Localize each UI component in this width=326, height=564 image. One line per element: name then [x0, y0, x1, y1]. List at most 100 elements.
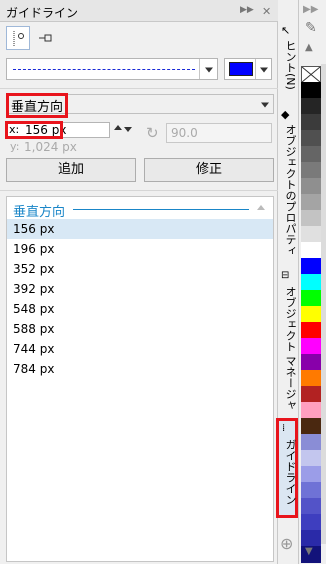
color-swatch[interactable] — [301, 146, 321, 163]
guide-lock-button[interactable] — [6, 26, 30, 50]
color-swatch[interactable] — [301, 130, 321, 147]
color-swatch[interactable] — [301, 322, 321, 339]
color-swatch[interactable] — [301, 258, 321, 275]
color-swatch[interactable] — [301, 226, 321, 243]
modify-button[interactable]: 修正 — [144, 158, 274, 182]
color-swatch[interactable] — [301, 466, 321, 483]
list-item[interactable]: 784 px — [7, 359, 273, 379]
color-swatch[interactable] — [301, 530, 321, 547]
spin-up-icon[interactable] — [114, 125, 122, 130]
guideline-icon: ⁞ — [282, 423, 286, 434]
list-item-label: 196 px — [13, 242, 55, 256]
color-swatch[interactable] — [301, 450, 321, 467]
x-spinner[interactable] — [112, 122, 134, 138]
color-swatch[interactable] — [301, 386, 321, 403]
plus-circle-icon: ⊕ — [280, 534, 294, 553]
list-item[interactable]: 352 px — [7, 259, 273, 279]
header-rule — [73, 209, 249, 210]
tab-object-properties[interactable]: ◆ オブジェクトのプロパティ — [278, 106, 298, 256]
guide-list[interactable]: 垂直方向 156 px 196 px 352 px 392 px 548 px … — [6, 196, 274, 562]
list-item-label: 392 px — [13, 282, 55, 296]
line-style-select[interactable] — [6, 58, 218, 80]
palette-scrollbar[interactable] — [321, 64, 326, 544]
color-swatch[interactable] — [301, 338, 321, 355]
list-item-label: 156 px — [13, 222, 55, 236]
direction-select-value: 垂直方向 — [5, 93, 69, 118]
hint-icon: ↖ — [281, 24, 291, 37]
color-swatch[interactable] — [301, 514, 321, 531]
tab-object-manager[interactable]: ⊟ オブジェクト マネージャ — [278, 268, 298, 411]
no-color-icon — [301, 66, 321, 83]
eyedropper-icon[interactable]: ✎ — [305, 20, 317, 36]
color-swatch[interactable] — [301, 210, 321, 227]
palette-scroll-down-icon[interactable]: ▼ — [305, 546, 313, 557]
guide-color-picker[interactable] — [224, 58, 272, 80]
palette-scroll-up-icon[interactable]: ▲ — [305, 42, 313, 53]
color-swatch[interactable] — [301, 434, 321, 451]
tab-object-manager-label: オブジェクト マネージャ — [284, 286, 297, 411]
tab-guidelines-label: ガイドライン — [284, 439, 297, 505]
tab-guidelines[interactable]: ⁞ ガイドライン — [276, 418, 298, 518]
y-position-field: y: 1,024 px — [6, 139, 110, 155]
color-swatch[interactable] — [301, 162, 321, 179]
angle-field: 90.0 — [166, 123, 272, 143]
add-button[interactable]: 追加 — [6, 158, 136, 182]
divider — [0, 190, 278, 191]
color-swatch — [229, 62, 253, 76]
chevron-down-icon[interactable] — [199, 59, 217, 79]
palette-menu-icon[interactable]: ▶▶ — [303, 4, 318, 15]
panel-title: ガイドライン — [6, 6, 79, 20]
list-item[interactable]: 588 px — [7, 319, 273, 339]
rotate-icon: ↻ — [146, 124, 159, 142]
color-swatch[interactable] — [301, 354, 321, 371]
spin-down-icon[interactable] — [124, 127, 132, 132]
tab-hints[interactable]: ↖ ヒント(N) — [278, 22, 298, 90]
color-swatch[interactable] — [301, 114, 321, 131]
color-swatch[interactable] — [301, 370, 321, 387]
list-item[interactable]: 196 px — [7, 239, 273, 259]
guide-toolbar — [0, 26, 278, 54]
color-swatch[interactable] — [301, 82, 321, 99]
y-label: y: — [10, 140, 20, 153]
docker-tabs: ↖ ヒント(N) ◆ オブジェクトのプロパティ ⊟ オブジェクト マネージャ ⁞… — [276, 0, 298, 564]
guide-snap-icon — [39, 34, 52, 42]
collapse-icon[interactable] — [257, 205, 265, 210]
list-item[interactable]: 744 px — [7, 339, 273, 359]
chevron-down-icon[interactable] — [257, 95, 273, 113]
list-item-label: 352 px — [13, 262, 55, 276]
color-swatch[interactable] — [301, 290, 321, 307]
list-item[interactable]: 392 px — [7, 279, 273, 299]
guide-snap-button[interactable] — [34, 26, 58, 50]
list-item-label: 588 px — [13, 322, 55, 336]
list-item-label: 548 px — [13, 302, 55, 316]
color-swatch[interactable] — [301, 178, 321, 195]
color-swatch[interactable] — [301, 274, 321, 291]
guide-list-header[interactable]: 垂直方向 — [7, 197, 273, 220]
color-swatch[interactable] — [301, 242, 321, 259]
panel-titlebar: ガイドライン ▶▶ ✕ — [0, 0, 278, 22]
close-icon[interactable]: ✕ — [262, 5, 271, 18]
line-style-preview — [13, 69, 195, 70]
expand-icon[interactable]: ▶▶ — [240, 5, 254, 15]
list-item[interactable]: 548 px — [7, 299, 273, 319]
chevron-down-icon[interactable] — [255, 59, 271, 79]
color-swatch[interactable] — [301, 498, 321, 515]
list-item-label: 784 px — [13, 362, 55, 376]
angle-value: 90.0 — [171, 126, 198, 140]
tab-object-properties-label: オブジェクトのプロパティ — [284, 124, 297, 256]
color-swatch[interactable] — [301, 402, 321, 419]
color-swatch[interactable] — [301, 306, 321, 323]
guide-list-header-label: 垂直方向 — [13, 205, 66, 220]
color-swatch[interactable] — [301, 482, 321, 499]
color-swatch[interactable] — [301, 418, 321, 435]
guide-select-icon — [13, 31, 24, 46]
no-color-swatch[interactable] — [301, 66, 321, 83]
guidelines-panel: ガイドライン ▶▶ ✕ 垂直方向 x: 156 px y: 1,024 px ↻… — [0, 0, 278, 564]
color-swatch[interactable] — [301, 98, 321, 115]
color-swatch[interactable] — [301, 194, 321, 211]
direction-select[interactable]: 垂直方向 — [5, 93, 274, 118]
highlight-x-field — [5, 121, 63, 139]
list-item[interactable]: 156 px — [7, 219, 273, 239]
color-palette: ▶▶ ✎ ▲ ▼ — [298, 0, 326, 564]
add-tab-button[interactable]: ⊕ — [278, 534, 298, 556]
